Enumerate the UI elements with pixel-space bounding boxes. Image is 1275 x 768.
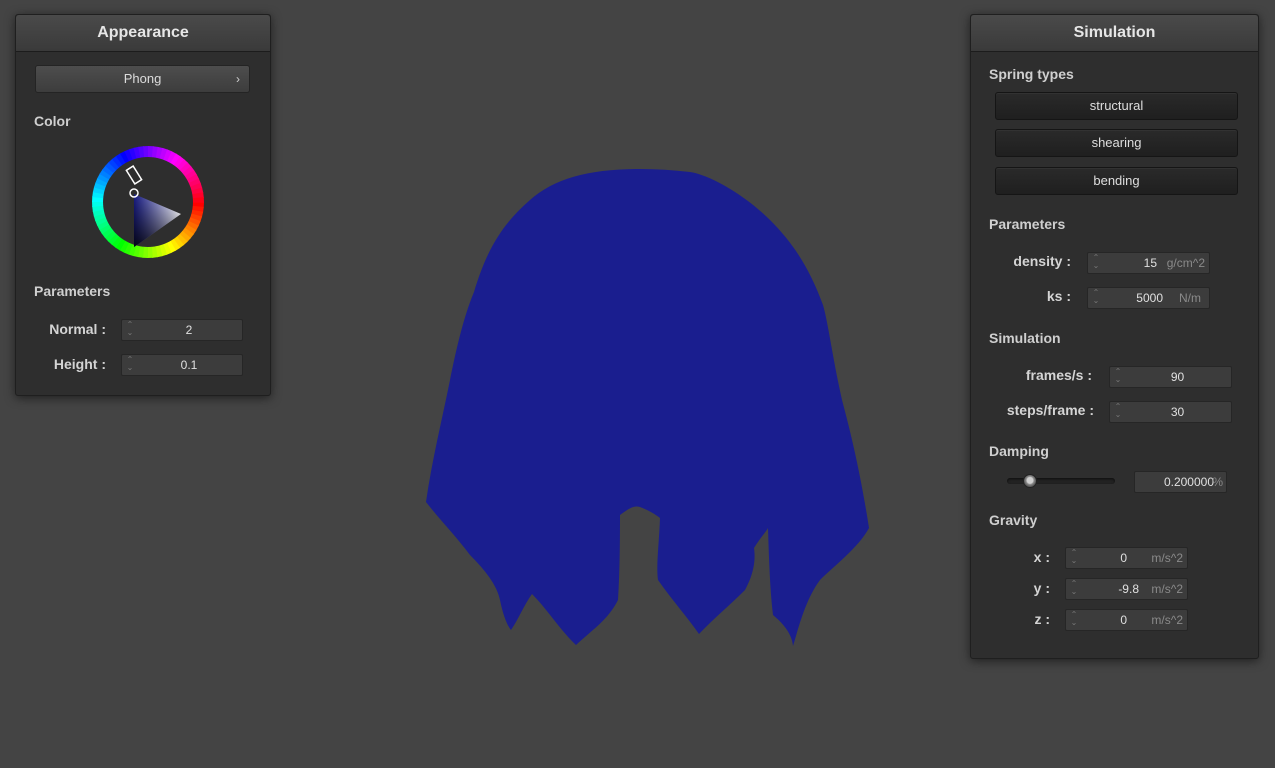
density-unit: g/cm^2 <box>1166 256 1205 270</box>
spinner-icon[interactable]: ⌃ ⌄ <box>1070 580 1078 596</box>
shader-select[interactable]: Phong › <box>35 65 250 93</box>
appearance-panel-title[interactable]: Appearance <box>16 15 270 52</box>
spinner-icon[interactable]: ⌃ ⌄ <box>126 356 134 372</box>
ks-unit: N/m <box>1179 291 1201 305</box>
spinner-icon[interactable]: ⌃ ⌄ <box>1070 549 1078 565</box>
normal-input[interactable]: ⌃ ⌄ 2 <box>121 319 243 341</box>
ks-label: ks : <box>1046 288 1071 304</box>
color-section-label: Color <box>34 113 71 129</box>
height-input[interactable]: ⌃ ⌄ 0.1 <box>121 354 243 376</box>
chevron-right-icon: › <box>236 72 240 86</box>
steps-per-frame-input[interactable]: ⌃ ⌄ 30 <box>1109 401 1232 423</box>
damping-slider-handle[interactable] <box>1022 474 1037 488</box>
density-label: density : <box>1013 253 1071 269</box>
appearance-panel: Appearance Phong › Color Parameters Norm… <box>15 14 271 396</box>
spinner-icon[interactable]: ⌃ ⌄ <box>1114 368 1122 384</box>
gravity-z-value: 0 <box>1120 613 1127 627</box>
cloth-shape <box>426 169 869 646</box>
spinner-icon[interactable]: ⌃ ⌄ <box>1092 289 1100 305</box>
simulation-parameters-label: Parameters <box>989 216 1066 232</box>
normal-label: Normal : <box>49 321 106 337</box>
gravity-y-label: y : <box>1033 580 1050 596</box>
shader-select-value: Phong <box>123 71 162 86</box>
color-wheel[interactable] <box>88 142 208 262</box>
simulation-section-label: Simulation <box>989 330 1061 346</box>
density-input[interactable]: ⌃ ⌄ 15 g/cm^2 <box>1087 252 1210 274</box>
gravity-y-value: -9.8 <box>1118 582 1139 596</box>
spring-types-label: Spring types <box>989 66 1074 82</box>
gravity-label: Gravity <box>989 512 1038 528</box>
gravity-z-input[interactable]: ⌃ ⌄ 0 m/s^2 <box>1065 609 1188 631</box>
frames-per-second-label: frames/s : <box>1025 367 1092 383</box>
hue-ring-segment <box>192 197 204 203</box>
ks-input[interactable]: ⌃ ⌄ 5000 N/m <box>1087 287 1210 309</box>
gravity-y-unit: m/s^2 <box>1151 582 1183 596</box>
normal-input-value: 2 <box>185 323 193 337</box>
steps-per-frame-label: steps/frame : <box>1006 402 1094 418</box>
gravity-z-label: z : <box>1034 611 1050 627</box>
spinner-icon[interactable]: ⌃ ⌄ <box>1092 254 1100 270</box>
height-label: Height : <box>53 356 106 372</box>
hue-ring-segment <box>92 201 104 207</box>
spinner-icon[interactable]: ⌃ ⌄ <box>126 321 134 337</box>
simulation-panel-title[interactable]: Simulation <box>971 15 1258 52</box>
gravity-x-label: x : <box>1033 549 1050 565</box>
gravity-x-value: 0 <box>1120 551 1127 565</box>
shearing-button[interactable]: shearing <box>995 129 1238 157</box>
hue-ring-segment <box>143 146 149 158</box>
density-input-value: 15 <box>1143 256 1157 270</box>
hue-ring-marker[interactable] <box>125 165 143 185</box>
frames-per-second-value: 90 <box>1170 370 1185 384</box>
spinner-icon[interactable]: ⌃ ⌄ <box>1070 611 1078 627</box>
hue-ring-segment <box>147 246 153 258</box>
height-input-value: 0.1 <box>180 358 198 372</box>
gravity-x-unit: m/s^2 <box>1151 551 1183 565</box>
damping-unit: % <box>1212 475 1223 489</box>
spinner-icon[interactable]: ⌃ ⌄ <box>1114 403 1122 419</box>
damping-input[interactable]: 0.200000 % <box>1134 471 1227 493</box>
gravity-z-unit: m/s^2 <box>1151 613 1183 627</box>
steps-per-frame-value: 30 <box>1170 405 1185 419</box>
gravity-y-input[interactable]: ⌃ ⌄ -9.8 m/s^2 <box>1065 578 1188 600</box>
damping-label: Damping <box>989 443 1049 459</box>
simulation-panel: Simulation Spring types structural shear… <box>970 14 1259 659</box>
bending-button[interactable]: bending <box>995 167 1238 195</box>
damping-input-value: 0.200000 <box>1163 475 1214 489</box>
appearance-parameters-label: Parameters <box>34 283 111 299</box>
frames-per-second-input[interactable]: ⌃ ⌄ 90 <box>1109 366 1232 388</box>
gravity-x-input[interactable]: ⌃ ⌄ 0 m/s^2 <box>1065 547 1188 569</box>
structural-button[interactable]: structural <box>995 92 1238 120</box>
ks-input-value: 5000 <box>1136 291 1163 305</box>
